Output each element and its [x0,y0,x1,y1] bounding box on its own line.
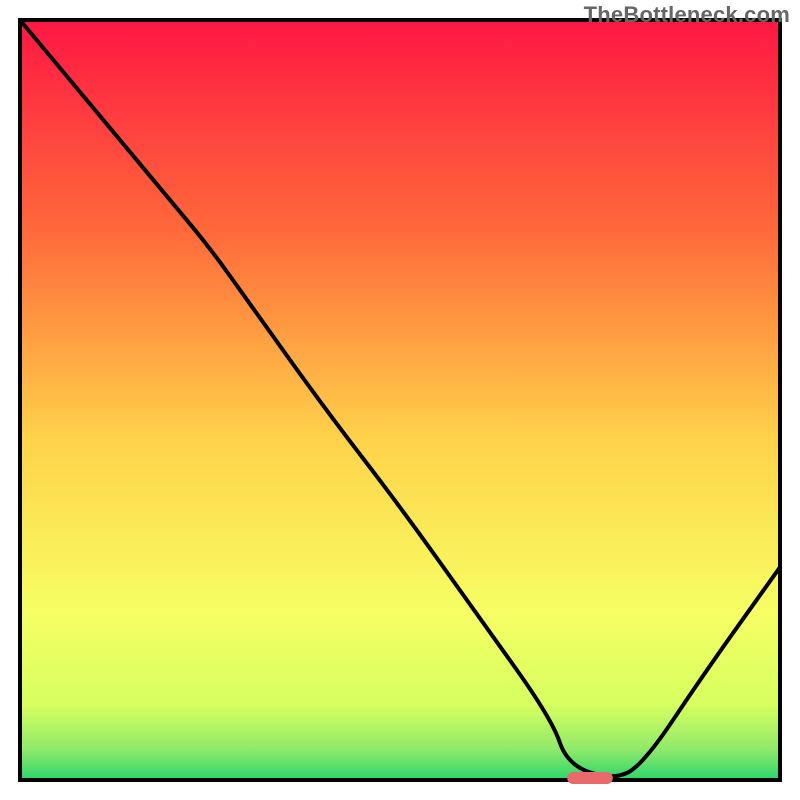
watermark-label: TheBottleneck.com [584,2,790,28]
chart-svg [0,0,800,800]
optimal-marker [567,772,613,784]
chart-stage: TheBottleneck.com [0,0,800,800]
plot-gradient-background [20,20,780,780]
